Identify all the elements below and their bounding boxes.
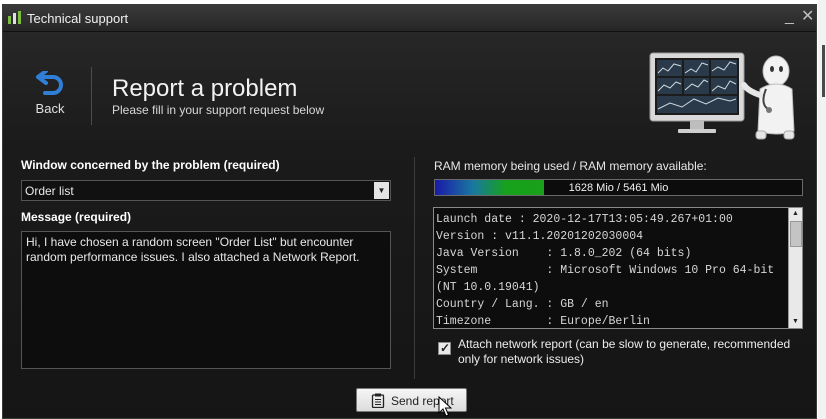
ram-usage-text: 1628 Mio / 5461 Mio — [568, 182, 669, 194]
system-info-text: Launch date : 2020-12-17T13:05:49.267+01… — [436, 213, 775, 328]
message-textarea[interactable]: Hi, I have chosen a random screen "Order… — [21, 231, 391, 369]
scroll-up-icon[interactable]: ▲ — [789, 208, 802, 220]
attach-network-checkbox[interactable]: ✓ — [438, 341, 451, 355]
doctor-monitor-illustration — [649, 52, 795, 140]
mouse-cursor-icon — [438, 396, 452, 417]
ram-label: RAM memory being used / RAM memory avail… — [434, 159, 707, 173]
window-concerned-label: Window concerned by the problem (require… — [21, 158, 280, 172]
title-bar[interactable]: Technical support _ ✕ — [3, 5, 816, 32]
scroll-thumb[interactable] — [790, 221, 802, 247]
page-subtitle: Please fill in your support request belo… — [112, 103, 325, 117]
checkmark-icon: ✓ — [440, 341, 451, 355]
window-concerned-value: Order list — [25, 184, 74, 198]
back-label: Back — [35, 101, 65, 116]
window-title: Technical support — [27, 11, 129, 26]
technical-support-window: Technical support _ ✕ Back Report a prob… — [2, 4, 817, 419]
message-label: Message (required) — [21, 210, 132, 224]
system-info-scrollbar[interactable]: ▲ ▼ — [788, 208, 802, 328]
header-divider — [91, 67, 92, 125]
background-right-edge — [818, 0, 826, 419]
app-bars-icon — [8, 11, 21, 24]
back-button[interactable]: Back — [25, 71, 75, 126]
back-arrow-icon — [36, 71, 63, 95]
page-title: Report a problem — [112, 75, 298, 102]
clipboard-icon — [371, 393, 385, 408]
system-info-box[interactable]: Launch date : 2020-12-17T13:05:49.267+01… — [433, 207, 803, 329]
chevron-down-icon[interactable]: ▼ — [374, 182, 389, 199]
minimize-button[interactable]: _ — [785, 8, 794, 26]
close-button[interactable]: ✕ — [801, 8, 814, 26]
window-concerned-select[interactable]: Order list ▼ — [21, 180, 391, 201]
ram-usage-bar: 1628 Mio / 5461 Mio — [434, 179, 803, 196]
scroll-down-icon[interactable]: ▼ — [789, 316, 802, 328]
column-divider — [414, 157, 415, 379]
attach-network-label[interactable]: Attach network report (can be slow to ge… — [458, 337, 803, 367]
